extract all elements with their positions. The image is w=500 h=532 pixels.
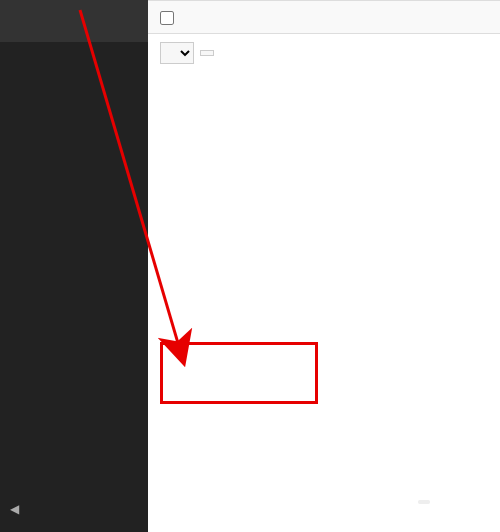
submenu-addnew[interactable] — [0, 16, 148, 26]
plugins-submenu — [0, 0, 148, 42]
select-all-checkbox[interactable] — [160, 11, 174, 25]
col-desc-label — [324, 9, 488, 25]
collapse-icon: ◀ — [10, 502, 19, 516]
table-footer — [148, 0, 500, 34]
collapse-menu[interactable]: ◀ — [0, 494, 148, 524]
bulk-select[interactable] — [160, 42, 194, 64]
plugins-table — [148, 0, 500, 532]
bulk-actions — [148, 34, 500, 72]
submenu-editor[interactable] — [0, 26, 148, 36]
admin-sidebar: ◀ — [0, 0, 148, 532]
apply-button[interactable] — [200, 50, 214, 56]
submenu-installed[interactable] — [0, 6, 148, 16]
watermark-logo — [418, 500, 430, 504]
